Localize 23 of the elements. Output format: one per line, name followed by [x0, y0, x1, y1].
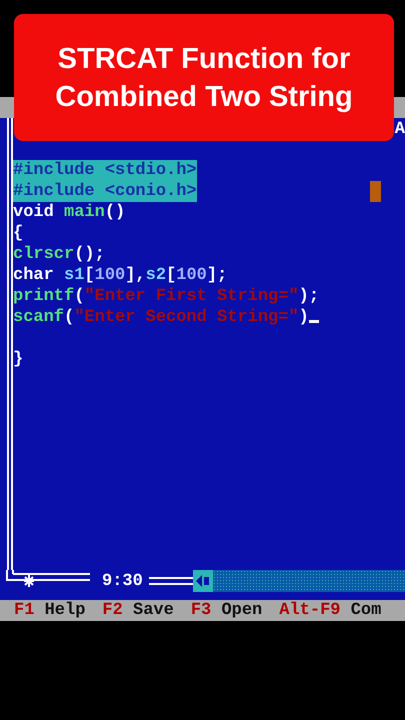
code-line: {: [13, 223, 24, 244]
code-line: scanf("Enter Second String="): [13, 307, 319, 328]
window-title: A: [394, 120, 405, 139]
shortcut-label[interactable]: Save: [133, 601, 174, 620]
code-line: void main(): [13, 202, 126, 223]
frame-border-drawing: [148, 577, 193, 585]
code-line: char s1[100],s2[100];: [13, 265, 228, 286]
scroll-left-button[interactable]: [192, 570, 213, 592]
banner-title: STRCAT Function for: [58, 42, 350, 76]
scroll-thumb[interactable]: [370, 181, 381, 202]
shortcut-key: Alt-F9: [279, 601, 340, 620]
shortcut-key: F2: [102, 601, 123, 620]
code-line: clrscr();: [13, 244, 105, 265]
code-line: }: [13, 349, 24, 370]
banner-title: Combined Two String: [55, 80, 353, 114]
code-line: printf("Enter First String=");: [13, 286, 320, 307]
shortcut-key: F1: [14, 601, 34, 620]
cursor-position: 9:30: [101, 572, 144, 590]
arrow-left-icon: [196, 574, 210, 588]
shortcut-label[interactable]: Com: [350, 601, 382, 620]
shortcut-label[interactable]: Help: [44, 601, 86, 620]
shortcut-key: F3: [190, 601, 212, 620]
shortcut-label[interactable]: Open: [221, 601, 262, 620]
